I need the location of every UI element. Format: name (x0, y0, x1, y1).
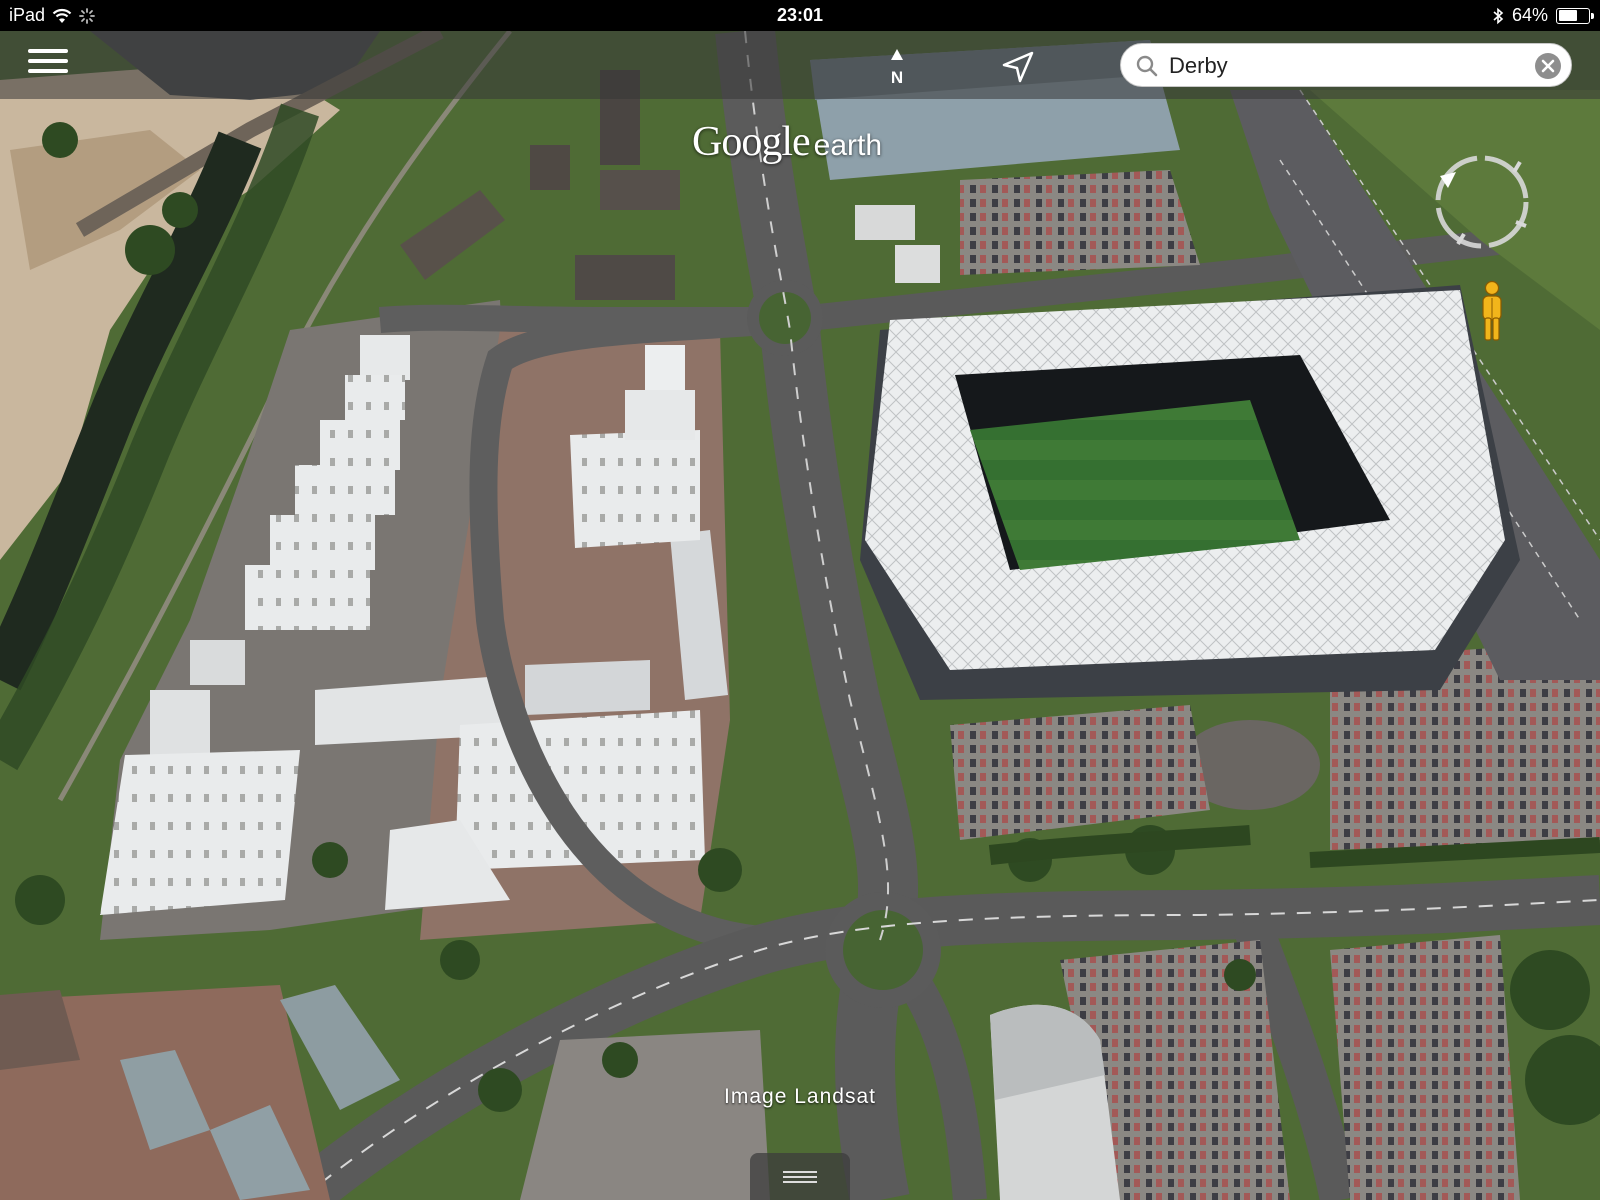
warehouse-unit (190, 640, 245, 685)
search-bar[interactable] (1120, 43, 1572, 87)
car-park (960, 170, 1200, 275)
warehouse-unit (645, 345, 685, 390)
layers-drawer-handle[interactable] (750, 1153, 850, 1200)
search-input[interactable] (1169, 50, 1509, 82)
pegman-icon (1482, 280, 1502, 341)
office-building (530, 145, 570, 190)
warehouse-unit (345, 375, 405, 420)
car-park (1330, 935, 1520, 1200)
compass-ring-icon (1435, 155, 1529, 249)
warehouse-unit (295, 465, 395, 515)
battery-percent: 64% (1511, 5, 1548, 25)
clock: 23:01 (776, 5, 824, 25)
warehouse-unit (270, 515, 375, 570)
logo-earth: earth (813, 129, 883, 162)
tilt-rotate-control[interactable] (1430, 150, 1534, 254)
clear-search-button[interactable] (1535, 53, 1561, 79)
small-building (895, 245, 940, 283)
roundabout-island (843, 910, 923, 990)
imagery-attribution: Image Landsat (724, 1085, 876, 1108)
north-arrow-icon: N (891, 49, 903, 87)
north-up-button[interactable]: N (880, 47, 914, 87)
hamburger-icon-line (28, 49, 68, 53)
car-park (520, 1030, 770, 1200)
access-road (378, 304, 780, 333)
location-arrow-icon (1002, 51, 1034, 83)
warehouse-unit (625, 390, 695, 440)
hamburger-icon-line (28, 69, 68, 73)
google-earth-logo: Google earth (692, 118, 882, 166)
warehouse-unit (525, 660, 650, 715)
status-bar: iPad 23:01 64% (0, 0, 1600, 31)
logo-google: Google (692, 119, 811, 165)
map-view[interactable] (0, 31, 1600, 1200)
hamburger-icon-line (28, 59, 68, 63)
large-warehouse (100, 750, 300, 915)
football-pitch (970, 400, 1300, 570)
office-building (575, 255, 675, 300)
warehouse-unit (570, 430, 700, 548)
compass-label: N (891, 68, 903, 87)
stadium (860, 285, 1520, 700)
close-icon (1541, 59, 1555, 73)
menu-button[interactable] (28, 49, 68, 81)
my-location-button[interactable] (1000, 49, 1036, 85)
small-building (855, 205, 915, 240)
warehouse-unit (245, 565, 370, 630)
battery-level (1558, 10, 1578, 21)
bluetooth-icon (1493, 7, 1504, 24)
drawer-grip-icon (750, 1153, 850, 1183)
aerial-imagery[interactable] (0, 31, 1600, 1200)
warehouse-unit (150, 690, 210, 755)
warehouse-unit (320, 420, 400, 470)
battery-icon (1556, 7, 1594, 24)
search-icon (1136, 55, 1158, 77)
office-building (600, 170, 680, 210)
street-view-pegman[interactable] (1477, 280, 1507, 344)
warehouse-unit (360, 335, 410, 380)
